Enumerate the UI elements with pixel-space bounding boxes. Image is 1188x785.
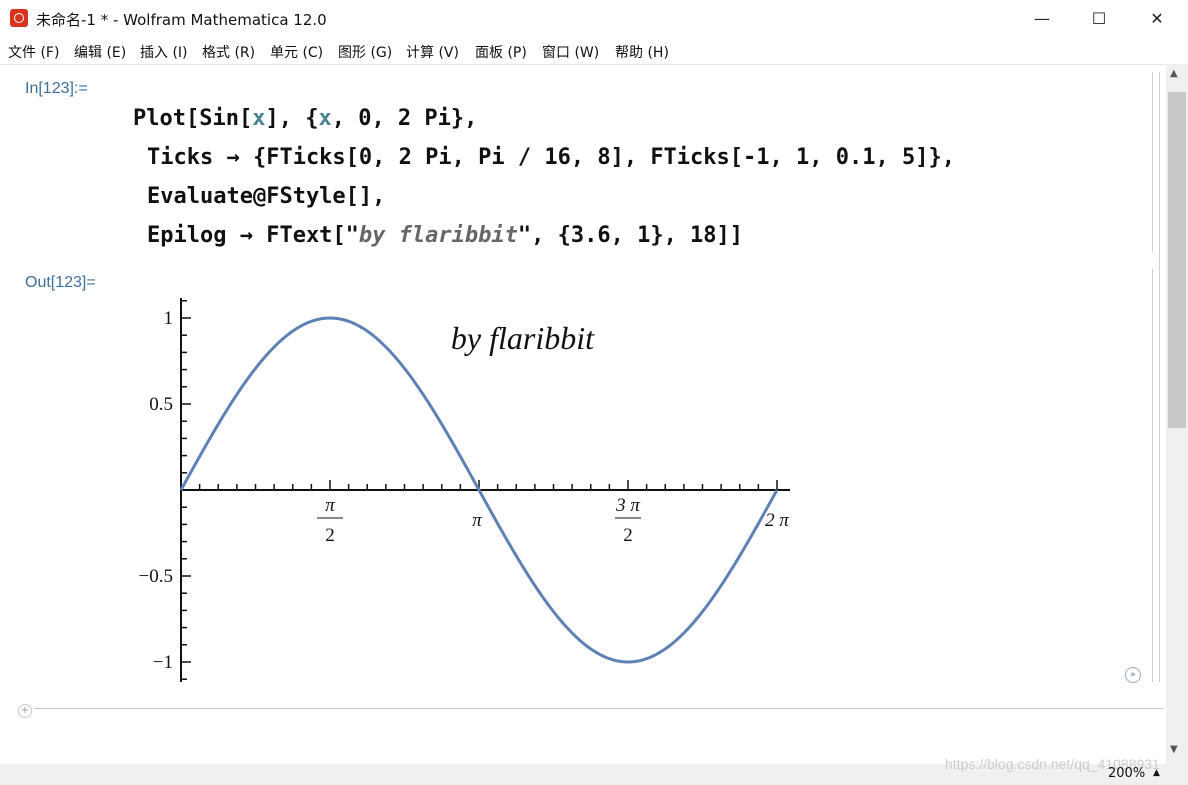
x-tick-label-numerator: π xyxy=(325,495,335,516)
scroll-down-icon[interactable]: ▼ xyxy=(1170,744,1178,755)
x-tick-label: 2 π xyxy=(765,510,789,531)
scroll-up-icon[interactable]: ▲ xyxy=(1170,68,1178,79)
y-tick-label: −0.5 xyxy=(139,566,173,587)
x-tick-label: π xyxy=(472,510,482,531)
zoom-dropdown[interactable]: 200% xyxy=(1108,766,1145,781)
y-tick-label: 1 xyxy=(164,308,174,329)
epilog-annotation: by flaribbit xyxy=(451,320,595,356)
x-tick-label-denominator: 2 xyxy=(325,525,335,546)
zoom-caret-icon[interactable]: ▲ xyxy=(1153,768,1160,778)
x-tick-label-numerator: 3 π xyxy=(615,495,640,516)
y-tick-label: −1 xyxy=(153,652,173,673)
y-tick-label: 0.5 xyxy=(149,394,173,415)
scroll-thumb[interactable] xyxy=(1168,92,1186,428)
sine-plot: 1 0.5 −0.5 −1 π 2 π 3 π 2 2 π by flaribbit xyxy=(139,298,790,682)
x-tick-label-denominator: 2 xyxy=(623,525,633,546)
